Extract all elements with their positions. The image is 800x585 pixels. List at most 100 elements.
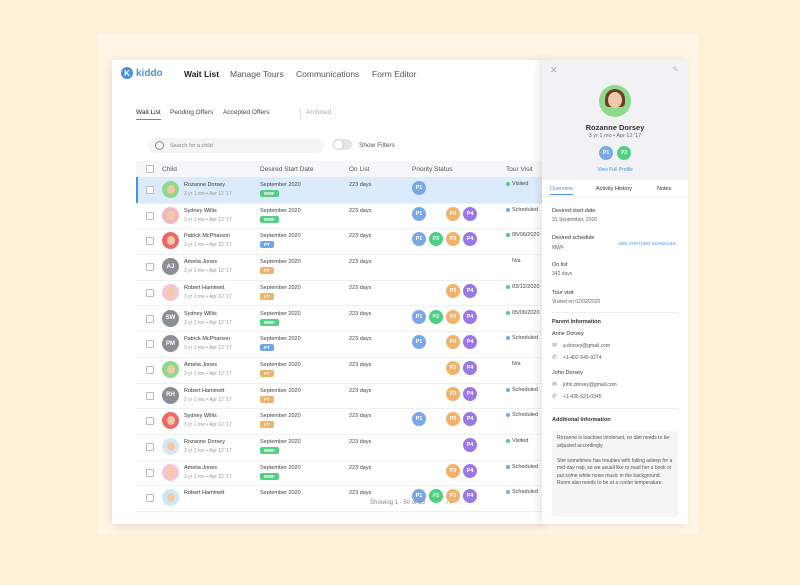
child-name[interactable]: Sydney Willis <box>184 413 217 419</box>
child-name[interactable]: Amelia Jones <box>184 465 217 471</box>
status-dot <box>506 336 510 341</box>
panel-child-age: 3 yr 1 mo • Apr 12 '17 <box>588 133 642 139</box>
pagination-prev[interactable]: ‹ ‹ <box>433 500 439 506</box>
show-filters-toggle[interactable] <box>333 139 352 150</box>
child-name[interactable]: Rozanne Dorsey <box>184 182 225 188</box>
table-row[interactable]: Amelia Jones 3 yr 1 mo • Apr 12 '17 Septem… <box>136 357 544 384</box>
tab-wait-list[interactable]: Wait List <box>136 109 161 120</box>
on-list-days: 223 days <box>349 387 372 394</box>
avatar-photo <box>166 493 175 503</box>
row-checkbox[interactable] <box>146 340 154 349</box>
close-icon[interactable]: ✕ <box>550 65 558 76</box>
avatar <box>162 463 179 481</box>
table-row[interactable]: Rozanne Dorsey 3 yr 1 mo • Apr 12 '17 Sept… <box>136 434 544 461</box>
parent-2-phone[interactable]: ✆ +1-436-521-0345 <box>552 394 602 401</box>
child-name[interactable]: Patrick McPharson <box>184 336 230 342</box>
table-row[interactable]: RH Robert Hammett 3 yr 1 mo • Apr 12 '17 Se… <box>136 383 544 410</box>
priority-p3: P3 <box>446 412 460 427</box>
child-name[interactable]: Patrick McPharson <box>184 233 230 239</box>
table-row[interactable]: Patrick McPharson 3 yr 1 mo • Apr 12 '17 S… <box>136 228 544 256</box>
child-name[interactable]: Rozanne Dorsey <box>184 439 225 445</box>
nav-wait-list[interactable]: Wait List <box>184 69 219 79</box>
row-checkbox[interactable] <box>146 365 154 374</box>
edit-icon[interactable]: ✎ <box>672 65 679 74</box>
phone-icon: ✆ <box>552 354 558 361</box>
tour-visit: 03/12/2020 <box>506 284 540 290</box>
desired-start: September 2020 <box>260 310 301 317</box>
schedule-badge: FT <box>260 369 274 377</box>
child-name[interactable]: Sydney Willis <box>184 208 217 214</box>
table-row[interactable]: AJ Amelia Jones 3 yr 1 mo • Apr 12 '17 Sept… <box>136 254 544 281</box>
schedule-badge: MWF <box>260 190 279 197</box>
table-row[interactable]: Robert Hammett 3 yr 1 mo • Apr 12 '17 Sept… <box>136 280 544 307</box>
row-checkbox[interactable] <box>146 186 154 194</box>
row-checkbox[interactable] <box>146 288 154 297</box>
col-child[interactable]: Child <box>162 166 177 173</box>
add-schedule-link[interactable]: ADD ANOTHER SCHEDULE <box>618 241 676 246</box>
row-checkbox[interactable] <box>146 494 154 503</box>
row-checkbox[interactable] <box>146 417 154 426</box>
tab-pending-offers[interactable]: Pending Offers <box>170 109 213 116</box>
search-input[interactable]: Search for a child <box>148 138 324 153</box>
child-name[interactable]: Robert Hammett <box>184 285 224 291</box>
child-name[interactable]: Robert Hammett <box>184 388 224 394</box>
parent-2-email[interactable]: ✉ john.dorsey@gmail.com <box>552 382 617 389</box>
child-name[interactable]: Amelia Jones <box>184 259 217 265</box>
priority-p1: P1 <box>412 309 426 324</box>
table-row[interactable]: Rozanne Dorsey 3 yr 1 mo • Apr 12 '17 Sept… <box>136 177 544 204</box>
child-name[interactable]: Sydney Willis <box>184 311 217 317</box>
child-name[interactable]: Amelia Jones <box>184 362 217 368</box>
divider <box>552 408 678 409</box>
table-row[interactable]: SW Sydney Willis 3 yr 1 mo • Apr 12 '17 Sep… <box>136 306 544 333</box>
table-row[interactable]: Sydney Willis 3 yr 1 mo • Apr 12 '17 Septe… <box>136 408 544 435</box>
logo[interactable]: K kiddo <box>121 67 163 79</box>
row-checkbox[interactable] <box>146 211 154 220</box>
select-all-checkbox[interactable] <box>146 165 154 173</box>
priority-p4: P4 <box>463 206 477 221</box>
row-checkbox[interactable] <box>146 314 154 323</box>
avatar: PM <box>162 335 179 353</box>
child-name[interactable]: Robert Hammett <box>184 490 224 496</box>
table-row[interactable]: Robert Hammett September 2020 223 days P1 P2… <box>136 485 544 513</box>
col-on-list[interactable]: On List <box>349 166 370 173</box>
child-age: 3 yr 1 mo • Apr 12 '17 <box>184 448 232 454</box>
tab-archived[interactable]: Archived <box>306 109 331 116</box>
col-tour-visit[interactable]: Tour Visit <box>506 166 533 173</box>
nav-manage-tours[interactable]: Manage Tours <box>230 69 284 79</box>
row-checkbox[interactable] <box>146 391 154 400</box>
tour-visit: 05/06/2020 <box>506 310 540 316</box>
row-checkbox[interactable] <box>146 237 154 246</box>
status-dot <box>506 182 510 186</box>
search-placeholder: Search for a child <box>170 142 213 149</box>
view-full-profile-link[interactable]: View Full Profile <box>542 167 688 173</box>
table-row[interactable]: Amelia Jones 3 yr 1 mo • Apr 12 '17 Septem… <box>136 460 544 487</box>
row-checkbox[interactable] <box>146 443 154 451</box>
row-checkbox[interactable] <box>146 263 154 272</box>
logo-icon: K <box>121 67 133 79</box>
col-desired-start[interactable]: Desired Start Date <box>260 166 313 173</box>
parent-1-phone[interactable]: ✆ +1-402-545-9274 <box>552 354 602 362</box>
nav-form-editor[interactable]: Form Editor <box>372 69 416 79</box>
panel-priority-p2: P2 <box>617 146 631 160</box>
tour-visit: Scheduled <box>506 335 538 341</box>
parent-1-email[interactable]: ✉ a.dorsey@gmail.com <box>552 343 610 350</box>
avatar: AJ <box>162 258 179 276</box>
table-row[interactable]: PM Patrick McPharson 3 yr 1 mo • Apr 12 '1… <box>136 331 544 358</box>
avatar-photo <box>166 416 175 426</box>
pagination-next[interactable]: › › <box>446 500 452 506</box>
schedule-badge: MWF <box>260 318 279 326</box>
col-priority[interactable]: Priority Status <box>412 166 452 173</box>
priority-p3: P3 <box>446 232 460 247</box>
tab-accepted-offers[interactable]: Accepted Offers <box>223 109 270 116</box>
tab-overview[interactable]: Overview <box>550 186 573 195</box>
tab-activity-history[interactable]: Activity History <box>596 186 632 192</box>
desired-start: September 2020 <box>260 464 301 471</box>
priority-p3: P3 <box>446 386 460 401</box>
row-checkbox[interactable] <box>146 468 154 477</box>
on-list-days: 223 days <box>349 413 372 420</box>
tab-notes[interactable]: Notes <box>657 186 671 192</box>
tour-visit: N/a <box>512 361 521 367</box>
table-row[interactable]: Sydney Willis 3 yr 1 mo • Apr 12 '17 Septe… <box>136 203 544 230</box>
tour-visit-text: N/a <box>512 360 521 367</box>
nav-communications[interactable]: Communications <box>296 69 359 79</box>
